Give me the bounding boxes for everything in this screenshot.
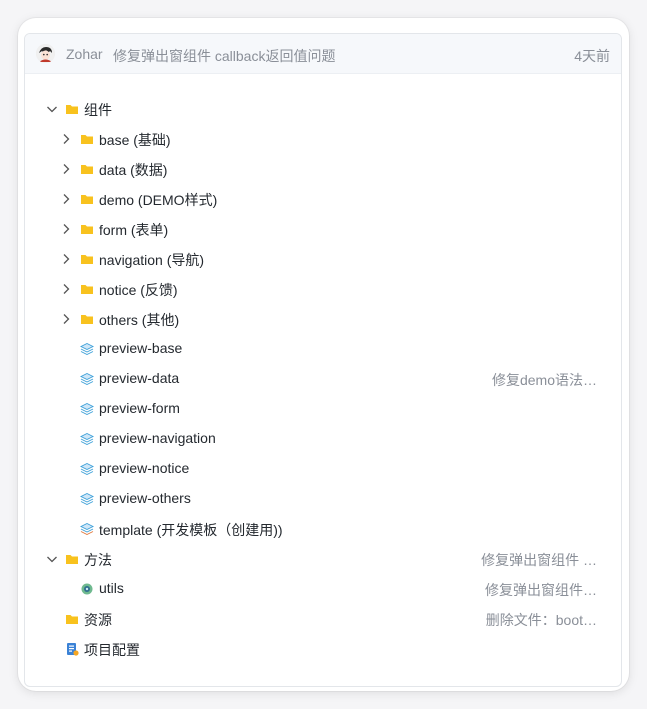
tree-item-utils[interactable]: utils 修复弹出窗组件… xyxy=(25,574,621,604)
tree-item-label: preview-navigation xyxy=(99,430,216,446)
chevron-right-icon[interactable] xyxy=(59,252,73,266)
tree-item-label: demo (DEMO样式) xyxy=(99,192,218,208)
tree-item-data[interactable]: data (数据) xyxy=(25,154,621,184)
layers-icon xyxy=(80,462,94,476)
chevron-down-icon[interactable] xyxy=(45,552,59,566)
tree-item-commit-message[interactable]: 修复弹出窗组件 … xyxy=(481,550,597,570)
tree-item-template[interactable]: template (开发模板（创建用)) xyxy=(25,514,621,544)
chevron-down-icon[interactable] xyxy=(45,102,59,116)
tree-item-label: base (基础) xyxy=(99,132,171,148)
folder-icon xyxy=(81,225,93,234)
folder-icon xyxy=(81,195,93,204)
tree-item-resources[interactable]: 资源 删除文件：boot… xyxy=(25,604,621,634)
tree-item-label: form (表单) xyxy=(99,222,169,238)
tree-item-label: utils xyxy=(99,580,124,596)
window: Zohar 修复弹出窗组件 callback返回值问题 4天前 组件 base … xyxy=(18,18,629,691)
tree-item-label: preview-data xyxy=(99,370,180,386)
tree-item-preview-base[interactable]: preview-base xyxy=(25,334,621,364)
folder-icon xyxy=(81,165,93,174)
folder-icon xyxy=(66,615,78,624)
commit-time: 4天前 xyxy=(574,48,610,64)
tree-item-commit-message[interactable]: 修复弹出窗组件… xyxy=(485,580,597,600)
tree-item-label: others (其他) xyxy=(99,312,180,328)
tree-item-components[interactable]: 组件 xyxy=(25,94,621,124)
commit-author[interactable]: Zohar xyxy=(66,46,103,62)
tree-item-form[interactable]: form (表单) xyxy=(25,214,621,244)
tree-item-preview-others[interactable]: preview-others xyxy=(25,484,621,514)
layers-icon xyxy=(80,402,94,416)
tree-item-preview-navigation[interactable]: preview-navigation xyxy=(25,424,621,454)
layers-icon xyxy=(80,492,94,506)
tree-item-label: data (数据) xyxy=(99,162,168,178)
chevron-right-icon[interactable] xyxy=(59,282,73,296)
tree-item-label: navigation (导航) xyxy=(99,252,205,268)
chevron-right-icon[interactable] xyxy=(59,222,73,236)
folder-icon xyxy=(81,255,93,264)
tree-item-notice[interactable]: notice (反馈) xyxy=(25,274,621,304)
folder-icon xyxy=(81,285,93,294)
chevron-right-icon[interactable] xyxy=(59,132,73,146)
tree-item-label: preview-form xyxy=(99,400,180,416)
tree-item-commit-message[interactable]: 修复demo语法… xyxy=(492,370,597,390)
tree-item-label: preview-others xyxy=(99,490,191,506)
tree-item-others[interactable]: others (其他) xyxy=(25,304,621,334)
tree-item-project-config[interactable]: 项目配置 xyxy=(25,634,621,664)
file-tree-panel: Zohar 修复弹出窗组件 callback返回值问题 4天前 组件 base … xyxy=(24,33,622,687)
tree-item-methods[interactable]: 方法 修复弹出窗组件 … xyxy=(25,544,621,574)
chevron-right-icon[interactable] xyxy=(59,162,73,176)
tree-item-label: 方法 xyxy=(84,552,112,568)
layers-icon xyxy=(80,372,94,386)
chevron-right-icon[interactable] xyxy=(59,192,73,206)
tree-item-navigation[interactable]: navigation (导航) xyxy=(25,244,621,274)
tree-item-label: 组件 xyxy=(84,102,112,118)
config-file-icon xyxy=(67,643,79,656)
folder-icon xyxy=(66,555,78,564)
tree-item-preview-form[interactable]: preview-form xyxy=(25,394,621,424)
tree-item-base[interactable]: base (基础) xyxy=(25,124,621,154)
tree-item-label: notice (反馈) xyxy=(99,282,178,298)
folder-icon xyxy=(66,105,78,114)
tree-item-demo[interactable]: demo (DEMO样式) xyxy=(25,184,621,214)
tree-item-preview-notice[interactable]: preview-notice xyxy=(25,454,621,484)
tree-item-label: template (开发模板（创建用)) xyxy=(99,522,283,538)
commit-message[interactable]: 修复弹出窗组件 callback返回值问题 xyxy=(113,46,335,66)
tree-item-preview-data[interactable]: preview-data 修复demo语法… xyxy=(25,364,621,394)
tree-item-commit-message[interactable]: 删除文件：boot… xyxy=(486,610,597,630)
tree-item-label: preview-notice xyxy=(99,460,190,476)
folder-icon xyxy=(81,135,93,144)
last-commit-bar: Zohar 修复弹出窗组件 callback返回值问题 4天前 xyxy=(25,34,621,74)
tree-item-label: preview-base xyxy=(99,340,183,356)
tree-item-label: 资源 xyxy=(84,612,112,628)
layers-icon xyxy=(80,522,94,536)
layers-icon xyxy=(80,432,94,446)
folder-icon xyxy=(81,315,93,324)
tree-item-label: 项目配置 xyxy=(84,642,140,658)
chevron-right-icon[interactable] xyxy=(59,312,73,326)
avatar[interactable] xyxy=(36,44,55,63)
module-icon xyxy=(81,583,93,595)
layers-icon xyxy=(80,342,94,356)
